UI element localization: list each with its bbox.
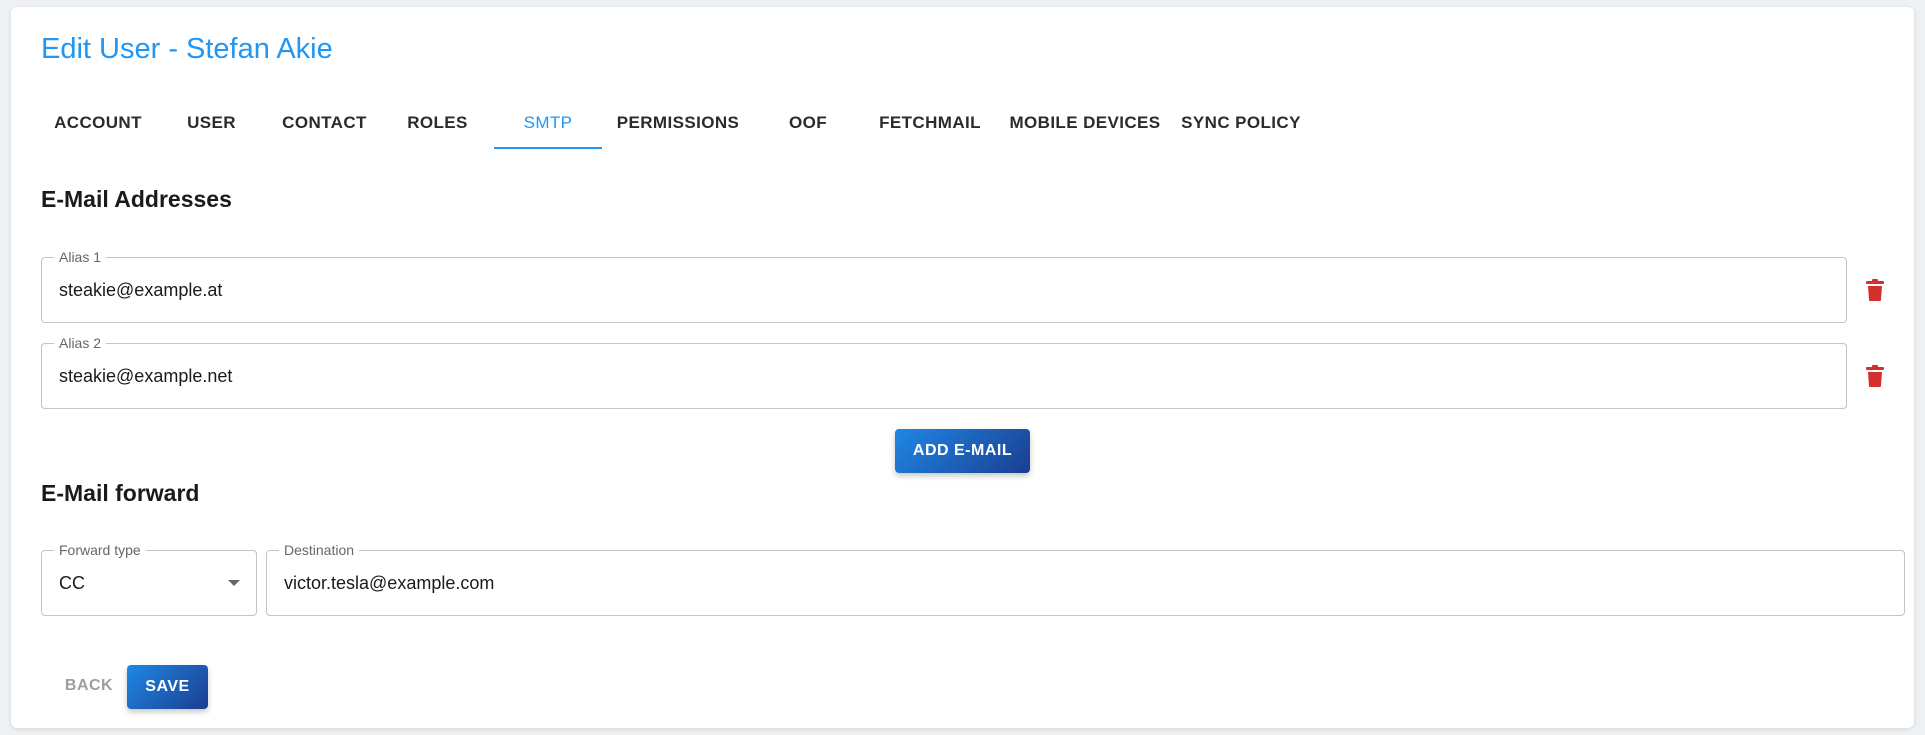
alias-2-field[interactable]: Alias 2 steakie@example.net — [41, 334, 1847, 409]
tab-user[interactable]: USER — [155, 95, 268, 151]
edit-user-card: Edit User - Stefan Akie ACCOUNT USER CON… — [11, 7, 1914, 728]
tab-fetchmail[interactable]: FETCHMAIL — [862, 95, 998, 151]
trash-icon — [1866, 365, 1884, 387]
alias-1-field[interactable]: Alias 1 steakie@example.at — [41, 248, 1847, 323]
forward-type-select[interactable]: Forward type CC — [41, 541, 257, 616]
page-title: Edit User - Stefan Akie — [41, 33, 333, 65]
alias-1-input[interactable]: steakie@example.at — [59, 258, 222, 322]
tab-oof[interactable]: OOF — [754, 95, 862, 151]
back-button[interactable]: BACK — [51, 664, 127, 708]
tab-permissions[interactable]: PERMISSIONS — [602, 95, 754, 151]
tab-sync-policy[interactable]: SYNC POLICY — [1172, 95, 1310, 151]
tab-contact[interactable]: CONTACT — [268, 95, 381, 151]
tab-smtp[interactable]: SMTP — [494, 95, 602, 151]
email-forward-heading: E-Mail forward — [41, 480, 200, 506]
add-email-button[interactable]: ADD E-MAIL — [895, 429, 1030, 473]
delete-alias-1-button[interactable] — [1857, 272, 1893, 308]
tab-bar: ACCOUNT USER CONTACT ROLES SMTP PERMISSI… — [41, 95, 1310, 151]
destination-input[interactable]: victor.tesla@example.com — [284, 551, 494, 615]
caret-down-icon — [228, 580, 240, 586]
save-button[interactable]: SAVE — [127, 665, 208, 709]
forward-type-value: CC — [59, 572, 85, 593]
tab-mobile-devices[interactable]: MOBILE DEVICES — [998, 95, 1172, 151]
tab-account[interactable]: ACCOUNT — [41, 95, 155, 151]
tab-roles[interactable]: ROLES — [381, 95, 494, 151]
alias-2-input[interactable]: steakie@example.net — [59, 344, 232, 408]
email-addresses-heading: E-Mail Addresses — [41, 186, 232, 212]
delete-alias-2-button[interactable] — [1857, 358, 1893, 394]
destination-field[interactable]: Destination victor.tesla@example.com — [266, 541, 1905, 616]
trash-icon — [1866, 279, 1884, 301]
